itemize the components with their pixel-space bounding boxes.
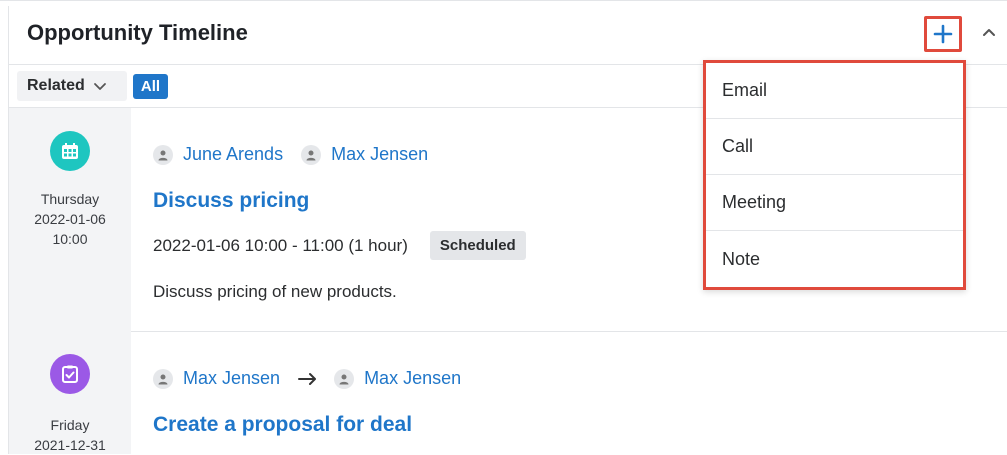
activity-date: Thursday 2022-01-06 10:00 [9, 189, 131, 249]
user-icon [153, 144, 173, 165]
chevron-down-icon [93, 83, 106, 90]
activity-type-badge [50, 131, 90, 171]
divider [131, 331, 1007, 332]
menu-item-note[interactable]: Note [706, 231, 963, 287]
activity-date-value: 2022-01-06 [34, 211, 106, 227]
participant-link[interactable]: Max Jensen [364, 368, 461, 389]
participant: Max Jensen [153, 368, 280, 389]
activity-type-badge [50, 354, 90, 394]
activity-date: Friday 2021-12-31 [9, 415, 131, 455]
participant-link[interactable]: Max Jensen [183, 368, 280, 389]
status-badge: Scheduled [429, 231, 526, 260]
menu-item-meeting[interactable]: Meeting [706, 175, 963, 231]
activity-meta: 2022-01-06 10:00 - 11:00 (1 hour) Schedu… [153, 231, 526, 260]
participant-link[interactable]: Max Jensen [331, 144, 428, 165]
participant: Max Jensen [301, 144, 428, 165]
participant: Max Jensen [334, 368, 461, 389]
divider [0, 0, 1007, 1]
user-icon [334, 368, 355, 389]
activity-participants: June Arends Max Jensen [153, 144, 446, 165]
activity-time: 10:00 [52, 231, 88, 247]
participant: June Arends [153, 144, 283, 165]
add-activity-button[interactable] [924, 16, 962, 52]
activity-date-value: 2021-12-31 [34, 437, 106, 453]
dashlet-title: Opportunity Timeline [27, 20, 248, 45]
arrow-right-icon [298, 372, 318, 386]
related-filter-label: Related [27, 77, 85, 94]
participant-link[interactable]: June Arends [183, 144, 283, 165]
menu-item-call[interactable]: Call [706, 119, 963, 175]
activity-when: 2022-01-06 10:00 - 11:00 (1 hour) [153, 235, 408, 255]
menu-item-email[interactable]: Email [706, 63, 963, 119]
all-filter-button[interactable]: All [133, 74, 168, 99]
user-icon [301, 144, 322, 165]
collapse-button[interactable] [979, 22, 999, 42]
activity-participants: Max Jensen Max Jensen [153, 368, 479, 389]
user-icon [153, 368, 173, 389]
add-activity-menu: Email Call Meeting Note [703, 60, 966, 290]
activity-title-link[interactable]: Create a proposal for deal [153, 413, 412, 437]
dashlet-header: Opportunity Timeline [9, 6, 1007, 65]
activity-day: Thursday [40, 191, 100, 207]
activity-day: Friday [50, 417, 90, 433]
chevron-up-icon [983, 29, 995, 36]
opportunity-timeline-dashlet: Opportunity Timeline Related All Thursda… [0, 0, 1007, 454]
related-filter-dropdown[interactable]: Related [17, 71, 127, 101]
calendar-icon [62, 143, 78, 159]
activity-description: Discuss pricing of new products. [153, 282, 397, 301]
plus-icon [933, 24, 953, 44]
activity-title-link[interactable]: Discuss pricing [153, 189, 309, 213]
task-icon [62, 365, 78, 383]
